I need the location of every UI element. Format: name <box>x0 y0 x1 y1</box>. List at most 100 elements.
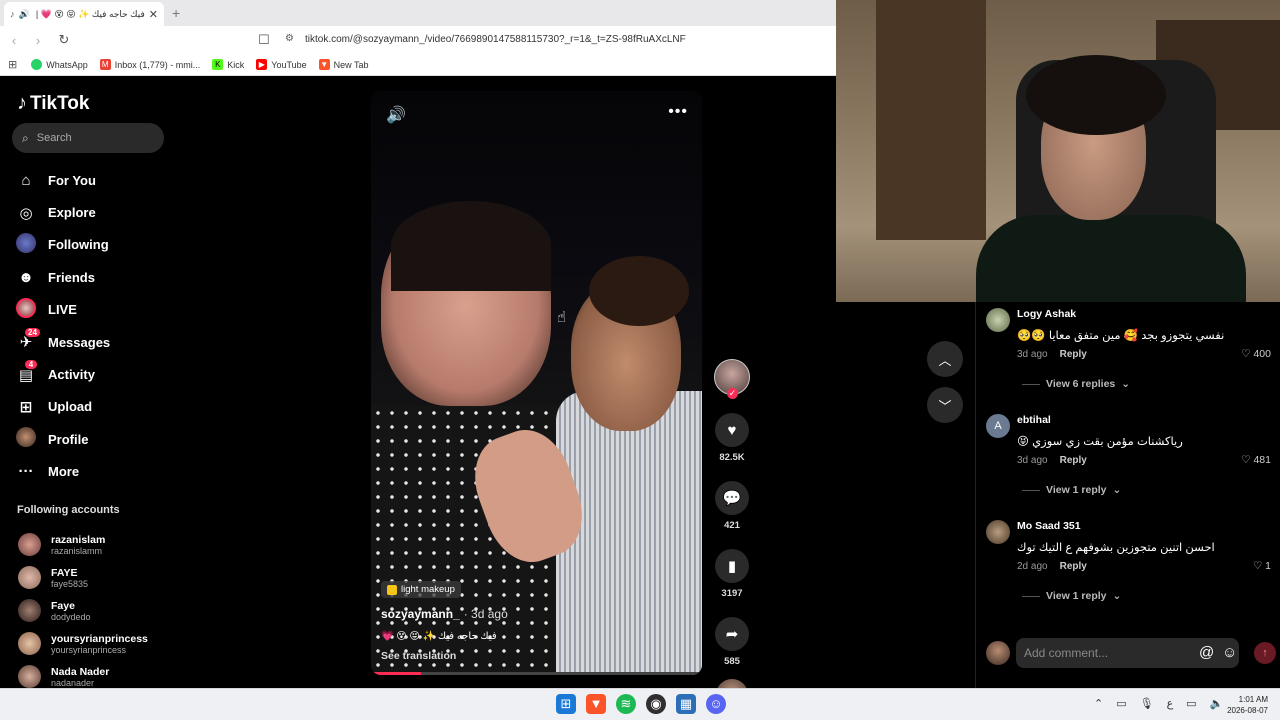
obs-icon[interactable]: ◉ <box>646 694 666 714</box>
bookmark-gmail[interactable]: M Inbox (1,779) - mmi... <box>99 59 200 70</box>
speaker-icon[interactable]: 🔊 <box>19 9 30 20</box>
view-replies-label: View 1 reply <box>1046 590 1107 602</box>
comment-like[interactable]: ♡ 481 <box>1241 454 1271 466</box>
bookmark-youtube[interactable]: ▶ YouTube <box>256 59 307 70</box>
network-icon[interactable]: ▭ <box>1186 697 1196 710</box>
chevron-down-icon: ⌄ <box>1112 590 1122 602</box>
video-player[interactable]: 🔊 ••• light makeup sozyaymann_ · 3d ago ف… <box>371 91 702 675</box>
previous-video-button[interactable]: ︿ <box>927 341 963 377</box>
more-options-icon[interactable]: ••• <box>668 103 688 121</box>
heart-icon[interactable]: ♥ <box>715 413 749 447</box>
tiktok-logo[interactable]: ♪ TikTok <box>17 92 89 115</box>
reply-button[interactable]: Reply <box>1060 561 1087 572</box>
creator-avatar[interactable]: ✓ <box>714 359 750 399</box>
see-translation-link[interactable]: See translation <box>381 650 456 662</box>
avatar[interactable] <box>986 520 1010 544</box>
sidebar-item-following[interactable]: Following <box>16 229 176 261</box>
share-action[interactable]: ➦ 585 <box>712 617 752 667</box>
sidebar-item-for-you[interactable]: ⌂ For You <box>16 164 176 196</box>
following-account[interactable]: yoursyrianprincess yoursyrianprincess <box>18 627 178 660</box>
send-button[interactable]: ↑ <box>1254 642 1276 664</box>
comment-action[interactable]: 💬 421 <box>712 481 752 531</box>
view-replies-button[interactable]: View 1 reply ⌄ <box>1022 590 1121 602</box>
sidebar-item-friends[interactable]: ☻ Friends <box>16 261 176 293</box>
like-action[interactable]: ♥ 82.5K <box>712 413 752 463</box>
address-bar[interactable]: tiktok.com/@sozyaymann_/video/7669890147… <box>305 34 686 45</box>
forward-icon[interactable]: › <box>28 33 48 48</box>
comment-like[interactable]: ♡ 1 <box>1253 560 1271 572</box>
language-indicator[interactable]: ع <box>1167 697 1174 710</box>
avatar[interactable] <box>986 308 1010 332</box>
chevron-down-icon: ⌄ <box>1121 378 1131 390</box>
comment-like[interactable]: ♡ 400 <box>1241 348 1271 360</box>
video-progress-bar[interactable] <box>371 672 702 675</box>
volume-icon[interactable]: 🔊 <box>386 105 406 125</box>
next-video-button[interactable]: ﹀ <box>927 387 963 423</box>
comment-icon[interactable]: 💬 <box>715 481 749 515</box>
share-icon[interactable]: ➦ <box>715 617 749 651</box>
sidebar-item-activity[interactable]: ▤ 4 Activity <box>16 358 176 390</box>
following-avatar <box>16 232 36 253</box>
sidebar-item-upload[interactable]: ⊞ Upload <box>16 391 176 423</box>
reply-button[interactable]: Reply <box>1060 349 1087 360</box>
effect-tag[interactable]: light makeup <box>381 581 461 598</box>
meet-icon[interactable]: ▭ <box>1116 697 1126 710</box>
view-replies-button[interactable]: View 1 reply ⌄ <box>1022 484 1121 496</box>
whatsapp-icon <box>31 59 43 70</box>
bookmark-new-tab[interactable]: ▼ New Tab <box>318 59 369 70</box>
bookmark-icon[interactable]: ▮ <box>715 549 749 583</box>
divider <box>1022 383 1040 385</box>
avatar <box>18 665 41 688</box>
comment-ago: 3d ago <box>1017 455 1048 466</box>
following-account[interactable]: razanislam razanislamm <box>18 528 178 561</box>
bookmark-icon[interactable]: ☐ <box>258 32 270 48</box>
search-input[interactable]: ⌕ Search <box>12 123 164 153</box>
comment-author[interactable]: ebtihal <box>1017 414 1051 426</box>
sidebar-item-explore[interactable]: ◎ Explore <box>16 196 176 228</box>
comment-author[interactable]: Logy Ashak <box>1017 308 1076 320</box>
clock[interactable]: 1:01 AM 2026-08-07 <box>1227 694 1268 716</box>
emoji-icon[interactable]: ☺ <box>1222 644 1237 661</box>
microphone-icon[interactable]: 🎙 <box>1140 697 1154 710</box>
bookmark-kick[interactable]: K Kick <box>212 59 244 70</box>
mention-icon[interactable]: @ <box>1199 644 1214 661</box>
video-author[interactable]: sozyaymann_ · 3d ago <box>381 607 508 621</box>
account-username: nadanader <box>51 677 95 688</box>
photos-icon[interactable]: ▦ <box>676 694 696 714</box>
brave-icon: ▼ <box>318 59 330 70</box>
reload-icon[interactable]: ↻ <box>54 32 74 48</box>
webcam-hair <box>1026 55 1166 135</box>
volume-icon[interactable]: 🔈 <box>1210 697 1224 710</box>
account-name: Nada Nader <box>51 665 110 678</box>
view-replies-button[interactable]: View 6 replies ⌄ <box>1022 378 1130 390</box>
follow-plus-icon[interactable]: ✓ <box>727 388 738 399</box>
following-account[interactable]: Faye dodydedo <box>18 594 178 627</box>
reply-button[interactable]: Reply <box>1060 455 1087 466</box>
new-tab-button[interactable]: + <box>172 5 180 21</box>
comment-composer: Add comment... @ ☺ ↑ <box>986 638 1276 668</box>
comment-placeholder: Add comment... <box>1024 646 1109 660</box>
spotify-icon[interactable]: ≋ <box>616 694 636 714</box>
back-icon[interactable]: ‹ <box>4 33 24 48</box>
like-count: 481 <box>1253 454 1271 466</box>
discord-icon[interactable]: ☺ <box>706 694 726 714</box>
browser-tab[interactable]: ♪ 🔊 فيك حاجه فيك ✨ 😝 😵 💗 | ✕ <box>4 2 164 26</box>
site-info-icon[interactable]: ⚙ <box>285 33 294 44</box>
sidebar-item-profile[interactable]: Profile <box>16 423 176 455</box>
apps-grid-icon[interactable]: ⊞ <box>8 58 17 71</box>
bookmark-whatsapp[interactable]: WhatsApp <box>31 59 88 70</box>
close-tab-icon[interactable]: ✕ <box>149 8 158 21</box>
sidebar-item-messages[interactable]: ✈ 24 Messages <box>16 326 176 358</box>
windows-start-icon[interactable]: ⊞ <box>556 694 576 714</box>
heart-outline-icon: ♡ <box>1252 560 1263 572</box>
sidebar-item-live[interactable]: LIVE <box>16 294 176 326</box>
sidebar-item-more[interactable]: ··· More <box>16 456 176 488</box>
brave-icon[interactable]: ▼ <box>586 694 606 714</box>
chevron-up-icon[interactable]: ⌃ <box>1094 697 1103 710</box>
save-action[interactable]: ▮ 3197 <box>712 549 752 599</box>
comment-author[interactable]: Mo Saad 351 <box>1017 520 1081 532</box>
avatar[interactable]: A <box>986 414 1010 438</box>
video-frame-hair <box>391 201 551 291</box>
account-name: yoursyrianprincess <box>51 632 148 645</box>
following-account[interactable]: FAYE faye5835 <box>18 561 178 594</box>
